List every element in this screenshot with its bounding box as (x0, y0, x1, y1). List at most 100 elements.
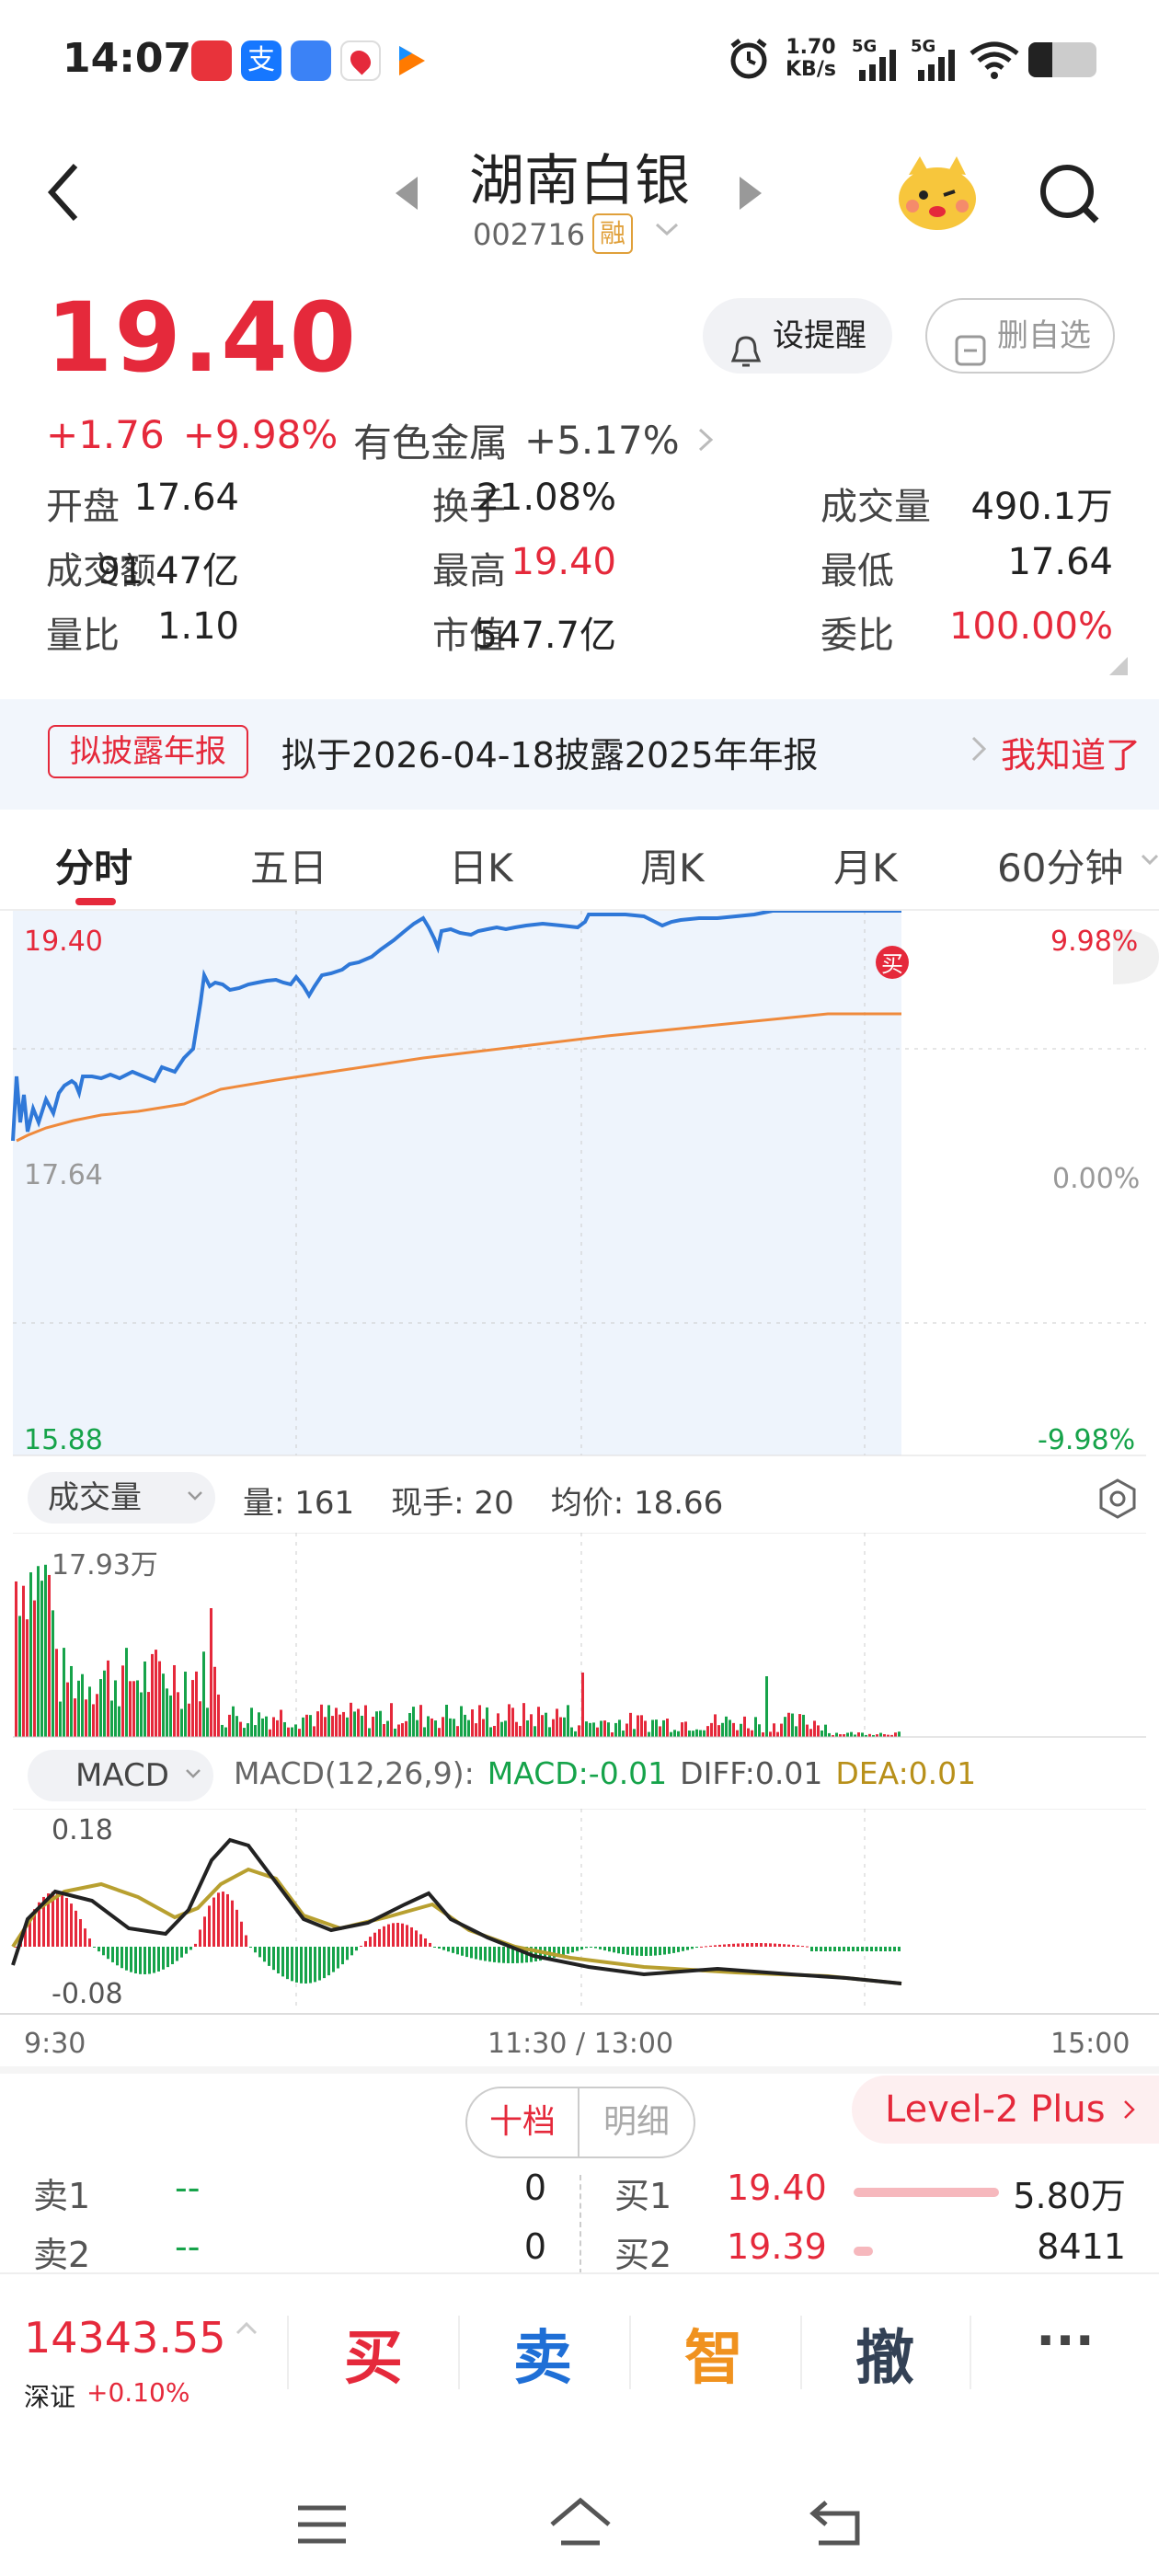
current-hand: 现手: 20 (391, 1485, 514, 1522)
macd-bar (893, 1947, 896, 1951)
macd-bar (222, 1892, 224, 1947)
buy-button[interactable]: 买 (318, 2311, 429, 2396)
macd-bar (649, 1947, 652, 1956)
back-nav-icon[interactable] (809, 2499, 865, 2550)
volume-bar (659, 1726, 661, 1737)
index-value[interactable]: 14343.55 (24, 2313, 226, 2363)
volume-bar (258, 1712, 260, 1737)
macd-bar (419, 1934, 422, 1947)
macd-bar (56, 1892, 59, 1947)
volume-chart[interactable] (0, 1533, 1159, 1741)
level2-plus-button[interactable]: Level-2 Plus (852, 2076, 1159, 2144)
volume-bar (143, 1661, 146, 1737)
macd-bar (130, 1947, 132, 1972)
prev-stock-icon[interactable] (394, 175, 421, 215)
macd-bar (479, 1947, 482, 1961)
volume-bar (655, 1719, 658, 1737)
mascot-icon[interactable] (896, 153, 979, 232)
cancel-order-button[interactable]: 撤 (830, 2311, 940, 2396)
menu-icon[interactable] (296, 2504, 348, 2548)
home-icon[interactable] (548, 2497, 613, 2552)
macd-bar (61, 1893, 63, 1947)
macd-bar (737, 1943, 740, 1947)
delete-watchlist-button[interactable]: 删自选 (925, 298, 1115, 374)
notice-bar: 拟披露年报 拟于2026-04-18披露2025年年报 我知道了 (0, 699, 1159, 810)
volume-bar (456, 1726, 459, 1737)
macd-bar (438, 1947, 441, 1949)
volume-bar (684, 1721, 687, 1737)
volume-bar (618, 1719, 621, 1737)
notice-dismiss-button[interactable]: 我知道了 (1001, 727, 1141, 777)
sell-button[interactable]: 卖 (488, 2311, 598, 2396)
macd-bar (249, 1947, 252, 1949)
chevron-down-icon[interactable] (653, 221, 681, 243)
volume-bar (603, 1720, 606, 1737)
volume-bar (96, 1694, 98, 1737)
macd-bar (157, 1947, 160, 1972)
stat-label: 最高 (432, 550, 506, 592)
volume-bar (541, 1715, 544, 1737)
tab-monthly-k[interactable]: 月K (833, 837, 898, 893)
macd-bar (470, 1947, 473, 1959)
chevron-up-icon[interactable] (235, 2320, 258, 2340)
macd-bar (682, 1947, 684, 1951)
volume-bar (776, 1731, 779, 1737)
volume-bar (677, 1731, 680, 1737)
macd-bar (162, 1947, 165, 1970)
volume-bar (125, 1648, 128, 1737)
volume-bar (92, 1704, 95, 1737)
volume-bar (464, 1714, 466, 1737)
sector-link[interactable]: 有色金属 +5.17% (353, 412, 715, 468)
tab-five-day[interactable]: 五日 (250, 837, 327, 893)
settings-icon[interactable] (1096, 1478, 1139, 1524)
wifi-icon (970, 40, 1019, 83)
tab-intraday[interactable]: 分时 (55, 837, 132, 893)
macd-bar (741, 1943, 744, 1947)
back-icon[interactable] (46, 160, 83, 228)
intraday-price-chart[interactable]: 买 (0, 911, 1159, 1463)
tab-daily-k[interactable]: 日K (449, 837, 513, 893)
price-change-pct: +9.98% (182, 412, 339, 457)
macd-bar (254, 1947, 257, 1953)
volume-bar (515, 1721, 518, 1737)
chevron-down-icon[interactable] (1141, 854, 1159, 872)
volume-bar (721, 1722, 724, 1737)
macd-bar (406, 1925, 408, 1947)
macd-bar (300, 1947, 303, 1984)
remind-button[interactable]: 设提醒 (703, 298, 892, 374)
volume-bar (567, 1705, 569, 1737)
macd-bar (622, 1947, 625, 1955)
tab-weekly-k[interactable]: 周K (640, 837, 705, 893)
volume-bar (261, 1718, 264, 1737)
volume-bar (191, 1680, 194, 1737)
next-stock-icon[interactable] (736, 175, 763, 215)
volume-indicator-select[interactable]: 成交量 (28, 1472, 215, 1524)
volume-bar (430, 1718, 433, 1737)
macd-bar (240, 1921, 243, 1947)
macd-indicator-select[interactable]: MACD (28, 1750, 213, 1801)
macd-bar (212, 1897, 215, 1947)
macd-params: MACD(12,26,9): (234, 1755, 475, 1791)
macd-chart[interactable] (0, 1809, 1159, 2013)
volume-indicator-label: 成交量 (48, 1479, 142, 1516)
volume-bar (692, 1731, 694, 1737)
tab-ten-levels[interactable]: 十档 (467, 2088, 580, 2156)
volume-bar (592, 1722, 595, 1737)
tab-trade-detail[interactable]: 明细 (580, 2088, 694, 2156)
volume-bar (695, 1729, 698, 1737)
volume-bar (18, 1616, 21, 1737)
more-button[interactable]: ··· (1010, 2311, 1120, 2371)
macd-bar (884, 1947, 887, 1951)
volume-bar (74, 1698, 76, 1737)
smart-button[interactable]: 智 (659, 2311, 769, 2396)
volume-bar (210, 1608, 212, 1737)
tab-60min[interactable]: 60分钟 (997, 837, 1123, 893)
volume-bar (166, 1688, 168, 1737)
macd-bar (410, 1926, 413, 1947)
search-icon[interactable] (1038, 162, 1102, 230)
macd-bar (396, 1923, 399, 1947)
macd-bar (378, 1928, 381, 1947)
volume-bar (578, 1725, 580, 1737)
macd-bar (171, 1947, 174, 1964)
volume-bar (894, 1732, 897, 1737)
